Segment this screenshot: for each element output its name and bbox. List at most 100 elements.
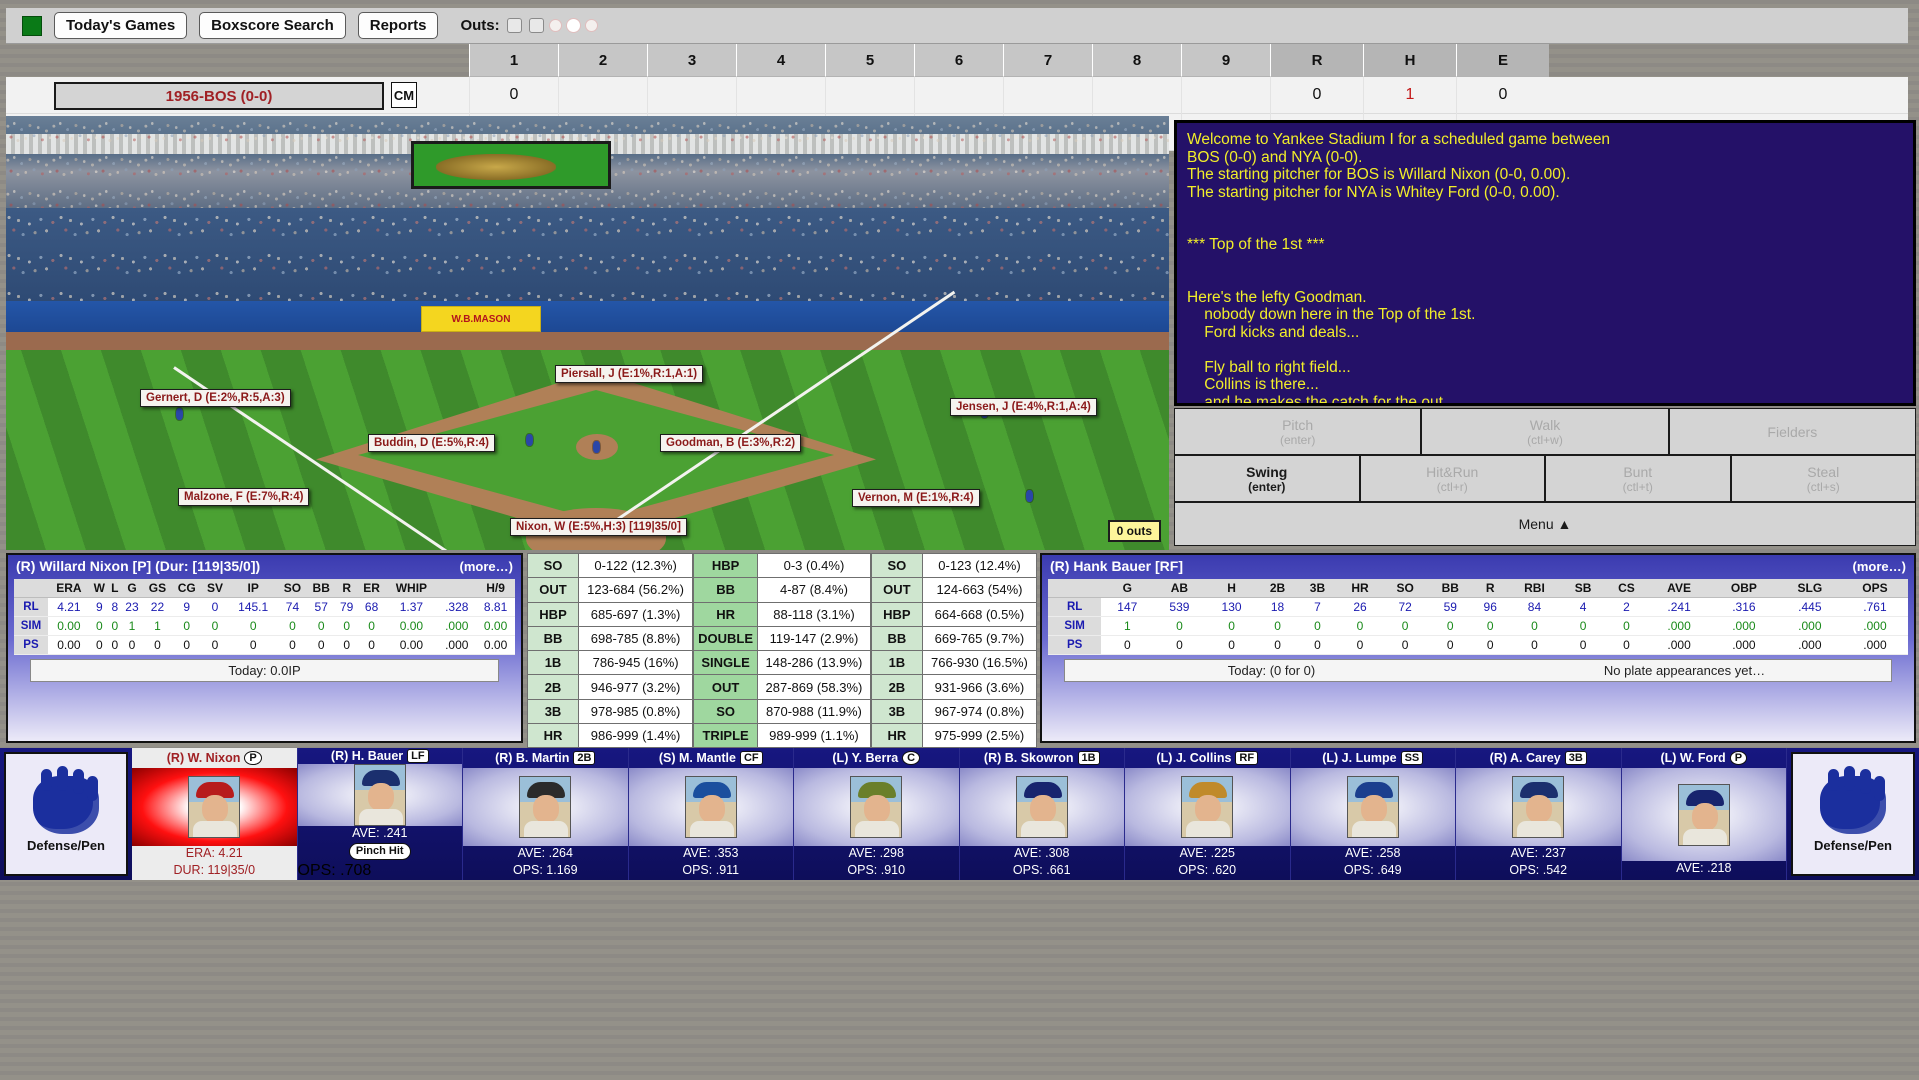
out-indicator-2[interactable] — [529, 18, 544, 33]
prob-key: HR — [871, 724, 922, 748]
prob-row: BB698-785 (8.8%) — [528, 626, 693, 650]
stat-col-W: W — [90, 579, 109, 598]
lineup-player-card[interactable]: (R) W. NixonPERA: 4.21DUR: 119|35/0 — [132, 748, 298, 880]
walk-button: Walk(ctl+w) — [1421, 408, 1668, 455]
stat-cell: 0.00 — [48, 636, 90, 655]
pitcher-more-link[interactable]: (more…) — [460, 559, 513, 574]
stat-col-HR: HR — [1337, 579, 1382, 598]
field-player-label[interactable]: Nixon, W (E:5%,H:3) [119|35/0] — [510, 518, 687, 536]
prob-row: SINGLE148-286 (13.9%) — [694, 651, 871, 675]
prob-key: 2B — [528, 675, 579, 699]
prob-value: 88-118 (3.1%) — [758, 602, 871, 626]
stat-cell: 79 — [336, 598, 358, 617]
headshot-image — [1512, 776, 1564, 838]
lineup-player-card[interactable]: (R) B. Skowron1BAVE: .308OPS: .661 — [960, 748, 1126, 880]
base-dot-3[interactable] — [586, 20, 597, 31]
face-shape — [699, 795, 725, 823]
batter-today-bar: Today: (0 for 0) No plate appearances ye… — [1064, 659, 1892, 682]
prob-row: 3B967-974 (0.8%) — [871, 699, 1036, 723]
prob-key: BB — [528, 626, 579, 650]
base-dot-2[interactable] — [567, 19, 580, 32]
field-player-label[interactable]: Piersall, J (E:1%,R:1,A:1) — [555, 365, 703, 383]
lineup-player-card[interactable]: (L) Y. BerraCAVE: .298OPS: .910 — [794, 748, 960, 880]
field-view[interactable]: W.B.MASON Piersall, J (E:1%,R:1,A:1)Gern… — [6, 116, 1169, 550]
pitcher-marker — [593, 441, 600, 453]
stat-cell: 0 — [1298, 617, 1338, 636]
fielder-marker — [526, 434, 533, 446]
position-badge: P — [244, 751, 261, 765]
position-badge: 3B — [1565, 751, 1587, 765]
prob-table-pitcher: SO0-122 (12.3%)OUT123-684 (56.2%)HBP685-… — [527, 553, 693, 748]
batter-more-link[interactable]: (more…) — [1853, 559, 1906, 574]
lineup-cards: (R) W. NixonPERA: 4.21DUR: 119|35/0(R) H… — [132, 748, 1787, 880]
face-shape — [864, 795, 890, 823]
base-dot-1[interactable] — [550, 20, 561, 31]
lineup-player-card[interactable]: (R) H. BauerLFAVE: .241Pinch HitOPS: .70… — [298, 748, 464, 880]
lineup-player-card[interactable]: (S) M. MantleCFAVE: .353OPS: .911 — [629, 748, 795, 880]
pinch-hit-badge[interactable]: Pinch Hit — [349, 843, 411, 860]
action-label: Walk — [1530, 417, 1561, 433]
out-indicator-1[interactable] — [507, 18, 522, 33]
face-shape — [368, 783, 394, 811]
lineup-player-card[interactable]: (L) J. CollinsRFAVE: .225OPS: .620 — [1125, 748, 1291, 880]
prob-row: TRIPLE989-999 (1.1%) — [694, 724, 871, 748]
stat-cell: 22 — [143, 598, 172, 617]
player-photo — [1622, 768, 1787, 861]
face-shape — [1361, 795, 1387, 823]
stat-col-L: L — [109, 579, 121, 598]
defense-pen-right-button[interactable]: Defense/Pen — [1791, 752, 1915, 876]
lineup-player-card[interactable]: (L) J. LumpeSSAVE: .258OPS: .649 — [1291, 748, 1457, 880]
prob-value: 931-966 (3.6%) — [922, 675, 1036, 699]
player-stat-secondary: OPS: 1.169 — [463, 863, 628, 880]
prob-key: SINGLE — [694, 651, 758, 675]
fielder-marker — [176, 408, 183, 420]
prob-key: 2B — [871, 675, 922, 699]
stat-cell: 147 — [1101, 598, 1153, 617]
stat-col-CS: CS — [1605, 579, 1648, 598]
player-name: (S) M. Mantle — [659, 751, 736, 765]
field-player-label[interactable]: Jensen, J (E:4%,R:1,A:4) — [950, 398, 1097, 416]
player-ops: OPS: .708 — [298, 862, 463, 880]
lineup-player-card[interactable]: (R) B. Martin2BAVE: .264OPS: 1.169 — [463, 748, 629, 880]
score-cell: 0 — [1270, 77, 1363, 114]
scoreboard-col-7: 7 — [1003, 44, 1092, 77]
field-player-label[interactable]: Buddin, D (E:5%,R:4) — [368, 434, 495, 452]
boxscore-search-button[interactable]: Boxscore Search — [199, 12, 346, 39]
field-player-label[interactable]: Vernon, M (E:1%,R:4) — [852, 489, 980, 507]
warning-track — [6, 332, 1169, 350]
player-stat-primary: AVE: .264 — [463, 846, 628, 863]
stat-cell: .000 — [1778, 636, 1842, 655]
reports-button[interactable]: Reports — [358, 12, 439, 39]
stat-col-H/9: H/9 — [476, 579, 515, 598]
headshot-image — [188, 776, 240, 838]
player-photo — [794, 768, 959, 846]
stat-col-label — [14, 579, 48, 598]
prob-key: BB — [694, 578, 758, 602]
prob-key: 3B — [871, 699, 922, 723]
field-player-label[interactable]: Goodman, B (E:3%,R:2) — [660, 434, 801, 452]
stat-cell: 0 — [202, 617, 229, 636]
stat-cell: 0 — [1473, 617, 1508, 636]
lineup-player-card[interactable]: (L) W. FordPAVE: .218 — [1622, 748, 1788, 880]
score-cell — [1003, 77, 1092, 114]
team-name-button[interactable]: 1956-BOS (0-0) — [54, 82, 384, 110]
player-stat-primary: ERA: 4.21 — [132, 846, 297, 863]
player-name-row: (L) W. FordP — [1622, 748, 1787, 768]
prob-key: HR — [694, 602, 758, 626]
prob-value: 986-999 (1.4%) — [579, 724, 693, 748]
stat-cell: 0 — [1205, 636, 1257, 655]
team-control-tag[interactable]: CM — [391, 82, 417, 108]
swing-button[interactable]: Swing(enter) — [1174, 455, 1360, 502]
stat-col-label — [437, 579, 476, 598]
stat-cell: 0 — [1428, 636, 1473, 655]
todays-games-button[interactable]: Today's Games — [54, 12, 187, 39]
field-player-label[interactable]: Malzone, F (E:7%,R:4) — [178, 488, 309, 506]
menu-button[interactable]: Menu ▲ — [1174, 502, 1916, 546]
prob-key: HBP — [528, 602, 579, 626]
defense-pen-left-button[interactable]: Defense/Pen — [4, 752, 128, 876]
scoreboard-col-6: 6 — [914, 44, 1003, 77]
stat-col-IP: IP — [228, 579, 278, 598]
lineup-player-card[interactable]: (R) A. Carey3BAVE: .237OPS: .542 — [1456, 748, 1622, 880]
prob-key: BB — [871, 626, 922, 650]
field-player-label[interactable]: Gernert, D (E:2%,R:5,A:3) — [140, 389, 291, 407]
